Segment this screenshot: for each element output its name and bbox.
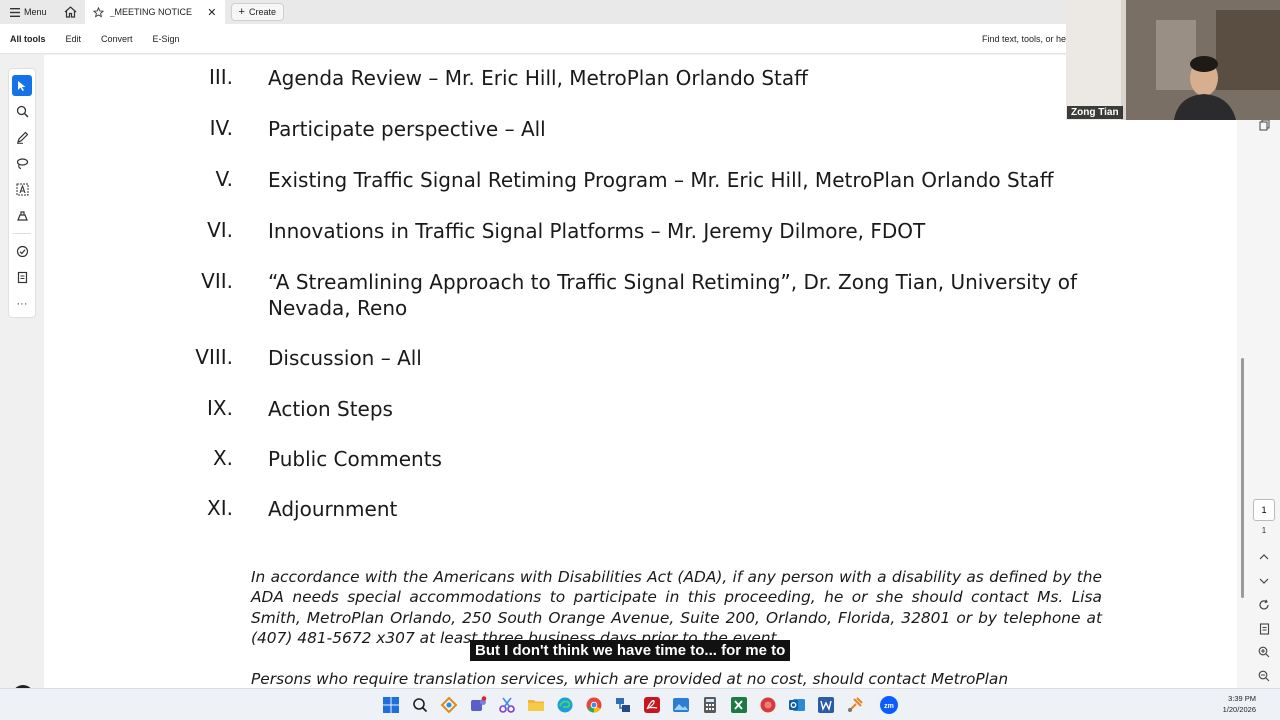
total-pages: 1: [1261, 526, 1267, 535]
page-up-icon[interactable]: [1255, 548, 1273, 566]
windows-taskbar: zm 3:39 PM 1/20/2026: [0, 688, 1280, 720]
zoom-out-icon[interactable]: [1255, 667, 1273, 685]
copilot-icon[interactable]: [440, 696, 458, 714]
hamburger-icon: [10, 7, 20, 17]
clock-date: 1/20/2026: [1222, 705, 1256, 714]
current-page-input[interactable]: 1: [1253, 499, 1275, 521]
plus-icon: +: [238, 6, 245, 18]
start-icon[interactable]: [382, 696, 400, 714]
file-explorer-icon[interactable]: [527, 696, 545, 714]
excel-icon[interactable]: [730, 696, 748, 714]
save-tool-button[interactable]: [12, 267, 32, 288]
title-bar: Menu _MEETING NOTICE ✕ + Create: [0, 0, 1066, 24]
main-toolbar: All tools Edit Convert E-Sign Find text,…: [0, 24, 1066, 54]
document-icon: [17, 271, 27, 284]
left-tool-rail: ···: [8, 68, 36, 318]
photos-icon[interactable]: [672, 696, 690, 714]
lasso-icon: [16, 158, 28, 170]
menu-button[interactable]: Menu: [0, 0, 57, 24]
agenda-number: III.: [208, 65, 233, 89]
agenda-text: Agenda Review – Mr. Eric Hill, MetroPlan…: [268, 66, 808, 90]
ada-notice-paragraph: In accordance with the Americans with Di…: [251, 568, 1102, 648]
agenda-number: IV.: [209, 116, 233, 140]
text-tool-button[interactable]: [12, 179, 32, 200]
acrobat-icon[interactable]: [643, 696, 661, 714]
stamp-icon: [16, 211, 28, 221]
clock-time: 3:39 PM: [1228, 694, 1256, 703]
tool-icon[interactable]: [846, 696, 864, 714]
check-circle-icon: [16, 245, 28, 258]
agenda-text: “A Streamlining Approach to Traffic Sign…: [268, 270, 1077, 320]
agenda-text: Adjournment: [268, 497, 398, 521]
close-tab-icon[interactable]: ✕: [207, 6, 216, 19]
vertical-scrollbar[interactable]: [1241, 358, 1244, 598]
word-icon[interactable]: [817, 696, 835, 714]
check-tool-button[interactable]: [12, 241, 32, 262]
pencil-icon: [16, 131, 28, 144]
all-tools-tab[interactable]: All tools: [0, 24, 56, 54]
rail-divider: [13, 233, 31, 234]
agenda-text: Existing Traffic Signal Retiming Program…: [268, 168, 1054, 192]
agenda-number: VI.: [207, 218, 233, 242]
app-icon[interactable]: [759, 696, 777, 714]
agenda-text: Discussion – All: [268, 346, 422, 370]
page-down-icon[interactable]: [1255, 572, 1273, 590]
agenda-number: X.: [212, 446, 233, 470]
outlook-icon[interactable]: [788, 696, 806, 714]
convert-tab[interactable]: Convert: [91, 24, 143, 54]
document-tab[interactable]: _MEETING NOTICE ✕: [84, 0, 225, 24]
create-label: Create: [248, 7, 276, 17]
agenda-text: Participate perspective – All: [268, 117, 546, 141]
agenda-number: V.: [215, 167, 233, 191]
text-box-icon: [16, 183, 28, 196]
snipping-tool-icon[interactable]: [498, 696, 516, 714]
agenda-number: VII.: [201, 269, 233, 293]
stamp-tool-button[interactable]: [12, 205, 32, 226]
ellipsis-icon: ···: [16, 297, 28, 310]
agenda-text: Innovations in Traffic Signal Platforms …: [268, 219, 926, 243]
system-clock[interactable]: 3:39 PM 1/20/2026: [1223, 693, 1256, 715]
edge-icon[interactable]: [556, 696, 574, 714]
webcam-frame-icon: [1066, 0, 1280, 120]
webcam-video: [1066, 0, 1280, 120]
chrome-icon[interactable]: [585, 696, 603, 714]
agenda-number: VIII.: [195, 345, 233, 369]
translation-notice-paragraph: Persons who require translation services…: [251, 670, 1009, 688]
home-button[interactable]: [57, 0, 85, 24]
find-search-input[interactable]: Find text, tools, or he: [982, 34, 1066, 44]
tab-title: _MEETING NOTICE: [109, 7, 193, 17]
menu-label: Menu: [24, 7, 47, 17]
calculator-icon[interactable]: [701, 696, 719, 714]
search-icon[interactable]: [411, 696, 429, 714]
zoom-tool-button[interactable]: [12, 101, 32, 122]
edit-tab[interactable]: Edit: [56, 24, 92, 54]
home-icon: [64, 6, 77, 18]
star-icon[interactable]: [92, 6, 104, 18]
teams-icon[interactable]: [469, 696, 487, 714]
live-caption: But I don't think we have time to... for…: [470, 640, 791, 661]
refresh-icon[interactable]: [1255, 596, 1273, 614]
more-tools-button[interactable]: ···: [12, 293, 32, 314]
zoom-app-icon[interactable]: zm: [880, 696, 898, 714]
agenda-text: Public Comments: [268, 447, 442, 471]
document-page: III. Agenda Review – Mr. Eric Hill, Metr…: [44, 55, 1237, 688]
e-sign-tab[interactable]: E-Sign: [143, 24, 190, 54]
select-tool-button[interactable]: [12, 75, 32, 96]
network-app-icon[interactable]: [614, 696, 632, 714]
document-save-icon[interactable]: [1255, 620, 1273, 638]
agenda-number: IX.: [207, 396, 233, 420]
highlight-tool-button[interactable]: [12, 127, 32, 148]
participant-name-label: Zong Tian: [1067, 106, 1123, 119]
agenda-text: Action Steps: [268, 397, 393, 421]
agenda-number: XI.: [207, 496, 233, 520]
create-button[interactable]: + Create: [230, 3, 284, 21]
svg-text:zm: zm: [884, 703, 894, 710]
draw-tool-button[interactable]: [12, 153, 32, 174]
zoom-in-icon[interactable]: [1255, 643, 1273, 661]
magnifier-icon: [16, 105, 28, 118]
cursor-icon: [18, 80, 26, 91]
